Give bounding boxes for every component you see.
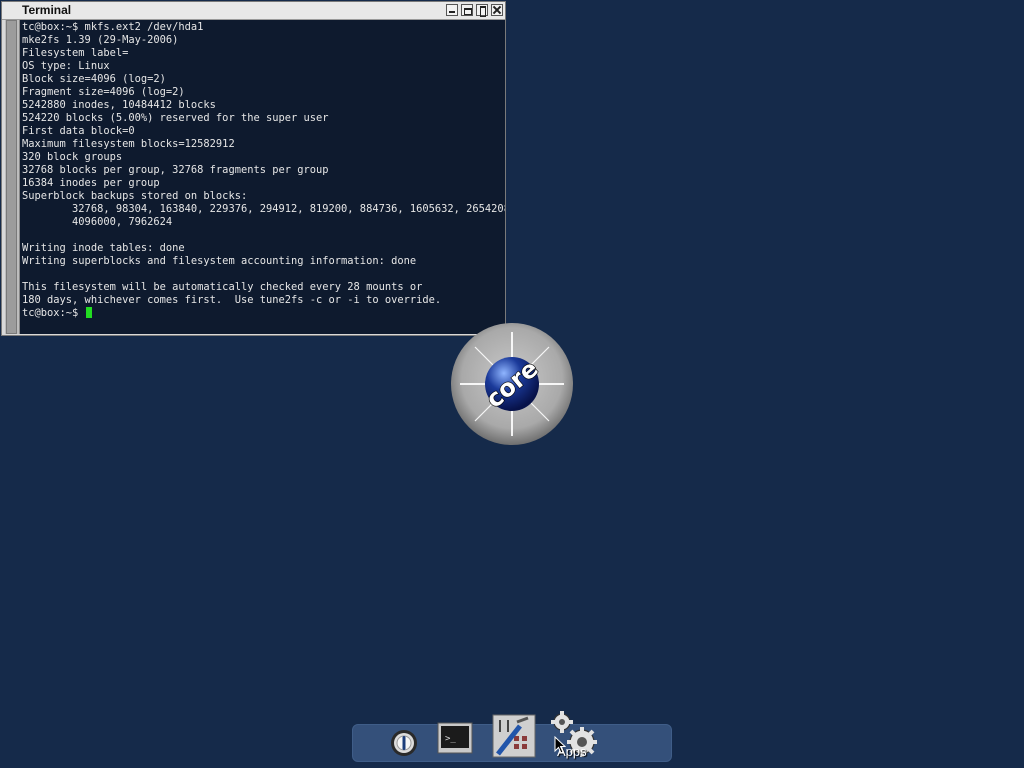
maximize-button[interactable] — [476, 4, 488, 17]
terminal-prompt-line[interactable]: tc@box:~$ — [20, 307, 505, 320]
terminal-prompt: tc@box:~$ — [22, 307, 85, 319]
mouse-pointer-icon — [554, 736, 566, 754]
terminal-scrollbar[interactable] — [5, 20, 20, 334]
terminal-window: Terminal tc@box:~$ mkfs.ext2 /dev/hda1 m… — [1, 1, 506, 336]
close-button[interactable] — [491, 4, 503, 16]
control-panel-icon[interactable] — [490, 712, 538, 760]
power-icon[interactable] — [390, 729, 418, 757]
shade-button[interactable] — [461, 4, 473, 16]
iconify-button[interactable] — [446, 4, 458, 16]
terminal-output-area[interactable]: tc@box:~$ mkfs.ext2 /dev/hda1 mke2fs 1.3… — [20, 20, 505, 334]
window-titlebar[interactable]: Terminal — [2, 2, 505, 20]
terminal-output: tc@box:~$ mkfs.ext2 /dev/hda1 mke2fs 1.3… — [22, 21, 505, 306]
desktop: Terminal tc@box:~$ mkfs.ext2 /dev/hda1 m… — [0, 0, 1024, 768]
terminal-icon[interactable]: >_ — [437, 722, 473, 754]
window-title: Terminal — [22, 3, 72, 17]
core-logo: core — [451, 323, 573, 445]
svg-text:>_: >_ — [445, 734, 456, 744]
scrollbar-thumb[interactable] — [6, 20, 17, 334]
terminal-cursor — [85, 307, 92, 318]
